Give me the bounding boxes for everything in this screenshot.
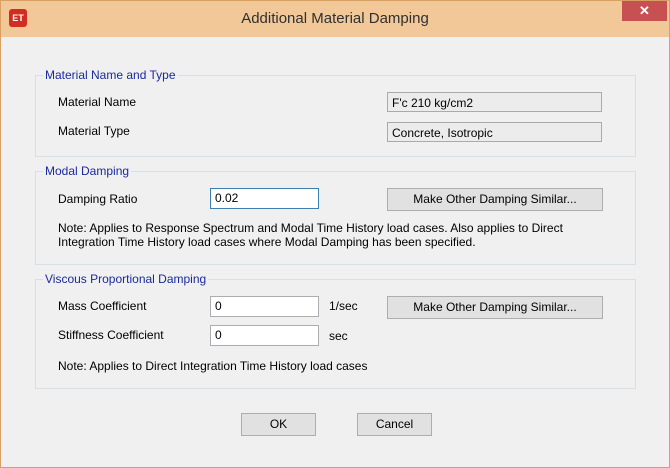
viscous-damping-group: Viscous Proportional Damping Mass Coeffi…	[35, 272, 636, 389]
viscous-damping-note: Note: Applies to Direct Integration Time…	[58, 359, 368, 373]
modal-damping-group-title: Modal Damping	[43, 164, 132, 179]
mass-coefficient-input[interactable]: 0	[210, 296, 319, 317]
material-type-value: Concrete, Isotropic	[387, 122, 602, 142]
material-group: Material Name and Type Material Name F'c…	[35, 68, 636, 157]
modal-damping-note-line2: Integration Time History load cases wher…	[58, 235, 476, 249]
damping-ratio-label: Damping Ratio	[58, 192, 138, 206]
mass-coefficient-label: Mass Coefficient	[58, 299, 147, 313]
stiffness-coefficient-input[interactable]: 0	[210, 325, 319, 346]
close-icon: ✕	[639, 3, 650, 18]
stiffness-coefficient-unit: sec	[329, 329, 348, 343]
ok-button[interactable]: OK	[241, 413, 316, 436]
dialog-window: ET Additional Material Damping ✕ Materia…	[0, 0, 670, 468]
dialog-title: Additional Material Damping	[241, 10, 429, 27]
mass-coefficient-unit: 1/sec	[329, 299, 358, 313]
modal-damping-note-line1: Note: Applies to Response Spectrum and M…	[58, 221, 563, 235]
material-group-title: Material Name and Type	[43, 68, 178, 83]
cancel-button[interactable]: Cancel	[357, 413, 432, 436]
material-name-value: F'c 210 kg/cm2	[387, 92, 602, 112]
stiffness-coefficient-label: Stiffness Coefficient	[58, 328, 164, 342]
modal-damping-group: Modal Damping Damping Ratio 0.02 Make Ot…	[35, 164, 636, 265]
close-button[interactable]: ✕	[622, 1, 667, 21]
title-bar[interactable]: ET Additional Material Damping ✕	[1, 1, 669, 37]
dialog-body: Material Name and Type Material Name F'c…	[9, 37, 661, 459]
viscous-make-damping-similar-button[interactable]: Make Other Damping Similar...	[387, 296, 603, 319]
material-type-label: Material Type	[58, 124, 130, 138]
modal-damping-note: Note: Applies to Response Spectrum and M…	[58, 221, 563, 249]
damping-ratio-input[interactable]: 0.02	[210, 188, 319, 209]
viscous-damping-group-title: Viscous Proportional Damping	[43, 272, 209, 287]
modal-make-damping-similar-button[interactable]: Make Other Damping Similar...	[387, 188, 603, 211]
material-name-label: Material Name	[58, 95, 137, 109]
